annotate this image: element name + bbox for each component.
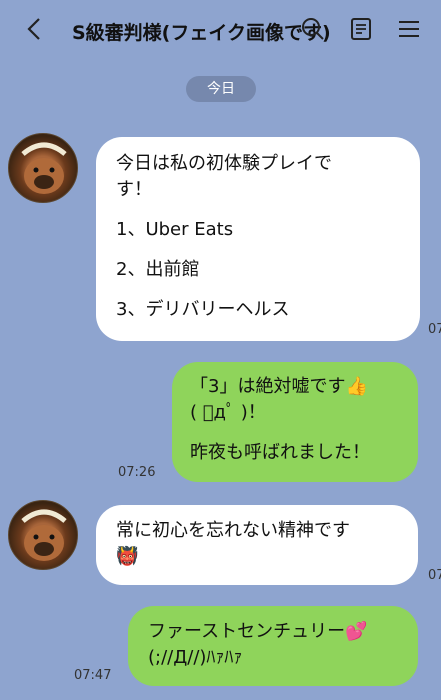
message-text: 👹 [116, 546, 139, 567]
message-bubble-outgoing[interactable]: ファーストセンチュリー💕 (;//Д//)ﾊｧﾊｧ [128, 606, 418, 686]
chevron-left-icon[interactable] [22, 14, 46, 44]
dog-avatar-icon [21, 142, 67, 194]
message-text: 3、デリバリーヘルス [116, 299, 290, 320]
message-time: 07 [428, 322, 441, 337]
message-bubble-incoming[interactable]: 今日は私の初体験プレイで す！ 1、Uber Eats 2、出前館 3、デリバリ… [96, 137, 420, 341]
message-text: (;//Д//)ﾊｧﾊｧ [148, 647, 243, 668]
avatar[interactable] [8, 500, 78, 570]
message-text: 2、出前館 [116, 259, 200, 280]
message-text: ファーストセンチュリー💕 [148, 621, 368, 642]
date-separator: 今日 [186, 76, 256, 102]
avatar[interactable] [8, 133, 78, 203]
message-time: 07:26 [118, 465, 156, 480]
message-bubble-outgoing[interactable]: 「3」は絶対嘘です👍 ( ﾟдﾟ )！ 昨夜も呼ばれました！ [172, 362, 418, 482]
notes-icon[interactable] [348, 16, 374, 42]
search-icon[interactable] [300, 16, 326, 42]
chat-header: S級審判様(フェイク画像です) [0, 0, 441, 62]
message-text: 1、Uber Eats [116, 219, 234, 240]
message-text: す！ [116, 179, 152, 200]
message-text: 「3」は絶対嘘です👍 [190, 376, 368, 397]
hamburger-menu-icon[interactable] [396, 16, 422, 42]
message-text: 今日は私の初体験プレイで [116, 153, 332, 174]
chat-title: S級審判様(フェイク画像です) [72, 22, 331, 44]
message-text: ( ﾟдﾟ )！ [190, 402, 266, 423]
message-text: 昨夜も呼ばれました！ [190, 442, 370, 463]
message-bubble-incoming[interactable]: 常に初心を忘れない精神です 👹 [96, 505, 418, 585]
message-time: 07 [428, 568, 441, 583]
message-time: 07:47 [74, 668, 112, 683]
dog-avatar-icon [21, 509, 67, 561]
message-text: 常に初心を忘れない精神です [116, 520, 350, 541]
